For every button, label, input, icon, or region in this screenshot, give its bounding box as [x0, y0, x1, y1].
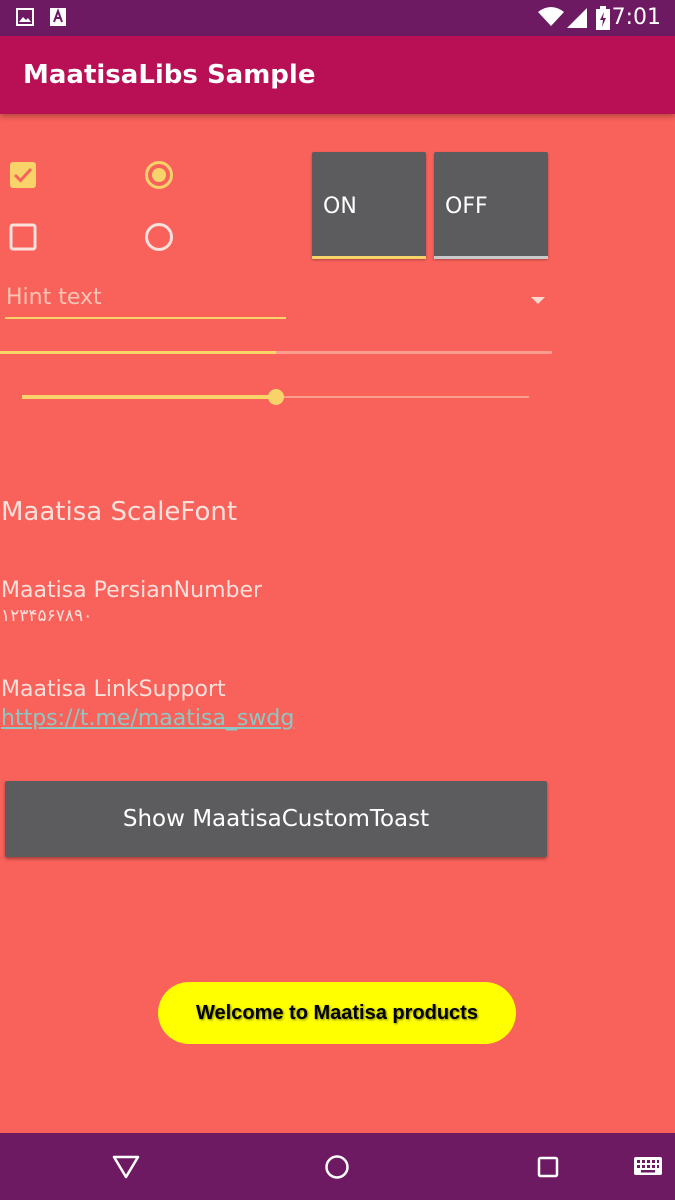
progress-bar	[0, 351, 552, 354]
scale-font-text: Maatisa ScaleFont	[1, 497, 238, 527]
signal-icon	[567, 8, 587, 33]
checkbox-checked[interactable]	[9, 161, 37, 189]
status-bar: 7:01	[0, 0, 675, 36]
toggle-off-label: OFF	[445, 194, 488, 219]
toggle-on-indicator	[312, 256, 426, 259]
status-time: 7:01	[611, 5, 661, 30]
wifi-icon	[538, 7, 564, 32]
toggle-off-indicator	[434, 256, 548, 259]
battery-icon	[596, 6, 610, 35]
link-support-url[interactable]: https://t.me/maatisa_swdg	[1, 706, 294, 731]
nav-bar	[0, 1133, 675, 1200]
spinner-hint: Hint text	[6, 285, 102, 310]
persian-number-label: Maatisa PersianNumber	[1, 578, 263, 603]
checkbox-unchecked[interactable]	[9, 223, 37, 251]
seek-thumb[interactable]	[267, 389, 284, 405]
spinner-underline	[5, 317, 286, 319]
radio-selected[interactable]	[144, 160, 174, 190]
persian-number-digits: ۱۲۳۴۵۶۷۸۹۰	[1, 606, 93, 626]
toggle-on-label: ON	[323, 194, 357, 219]
custom-toast: Welcome to Maatisa products	[158, 982, 516, 1044]
link-support-label: Maatisa LinkSupport	[1, 677, 226, 702]
a-notification-icon	[50, 8, 66, 31]
toggle-on-button[interactable]: ON	[312, 152, 426, 259]
home-icon[interactable]	[324, 1154, 350, 1185]
image-icon	[16, 8, 34, 31]
radio-unselected[interactable]	[144, 222, 174, 252]
progress-fill	[0, 351, 276, 354]
dropdown-arrow-icon[interactable]	[531, 297, 545, 304]
recents-icon[interactable]	[537, 1156, 559, 1183]
seek-bar[interactable]	[22, 389, 529, 405]
seek-fill	[22, 395, 276, 399]
app-bar: MaatisaLibs Sample	[0, 36, 675, 114]
back-icon[interactable]	[112, 1155, 140, 1184]
show-custom-toast-button[interactable]: Show MaatisaCustomToast	[5, 781, 547, 857]
keyboard-icon[interactable]	[634, 1157, 662, 1180]
app-title: MaatisaLibs Sample	[23, 60, 316, 90]
toggle-off-button[interactable]: OFF	[434, 152, 548, 259]
